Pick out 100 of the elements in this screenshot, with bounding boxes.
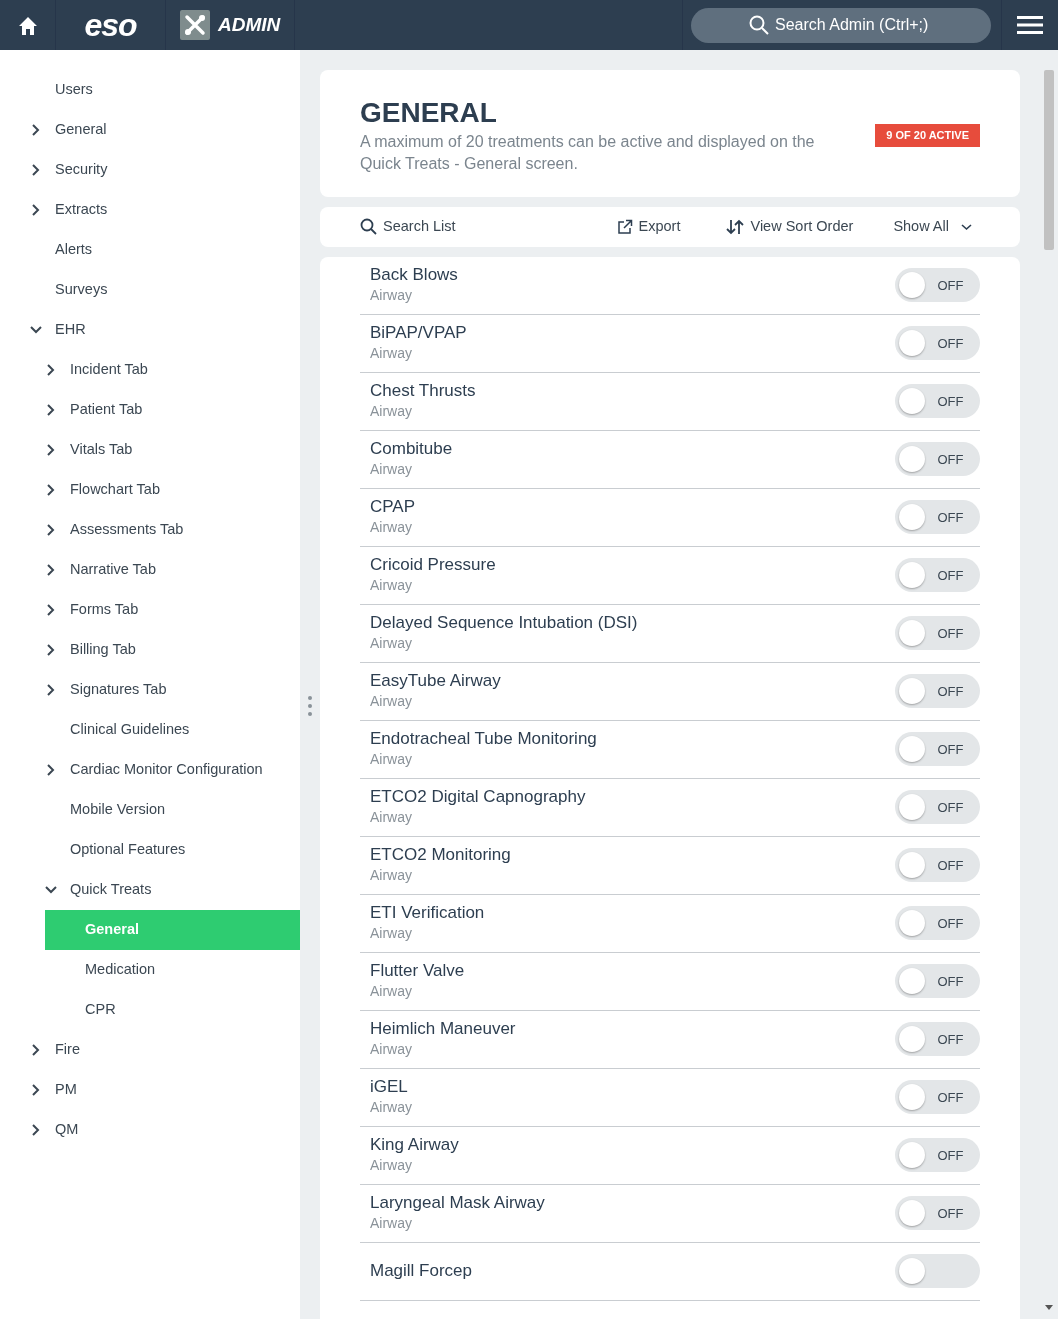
logo[interactable]: eso xyxy=(84,1,137,49)
treatment-category: Airway xyxy=(370,576,413,596)
toggle-switch[interactable]: OFF xyxy=(895,674,980,709)
sidebar-item[interactable]: Forms Tab xyxy=(0,590,300,630)
sidebar-item[interactable]: Assessments Tab xyxy=(0,510,300,550)
sidebar-item[interactable]: Flowchart Tab xyxy=(0,470,300,510)
toggle-switch[interactable]: OFF xyxy=(895,442,980,477)
toggle-switch[interactable]: OFF xyxy=(895,964,980,999)
toggle-switch[interactable]: OFF xyxy=(895,1196,980,1231)
export-icon xyxy=(616,218,633,235)
sidebar-item[interactable]: Surveys xyxy=(0,270,300,310)
treatment-name: Heimlich Maneuver xyxy=(370,1019,516,1040)
resize-handle-icon[interactable] xyxy=(308,695,312,717)
sidebar-item[interactable]: Patient Tab xyxy=(0,390,300,430)
chevron-right-icon xyxy=(30,204,40,216)
chevron-right-icon xyxy=(30,124,40,136)
treatment-name: Magill Forcep xyxy=(370,1261,473,1282)
toggle-switch[interactable]: OFF xyxy=(895,268,980,303)
tools-icon xyxy=(180,10,210,40)
sidebar-item[interactable]: Medication xyxy=(0,950,300,990)
sidebar-item[interactable]: Vitals Tab xyxy=(0,430,300,470)
chevron-right-icon xyxy=(45,644,55,656)
toggle-switch[interactable]: OFF xyxy=(895,616,980,651)
toggle-switch[interactable]: OFF xyxy=(895,1022,980,1057)
toggle-switch[interactable]: OFF xyxy=(895,326,980,361)
sidebar-item[interactable]: CPR xyxy=(0,990,300,1030)
treatment-category: Airway xyxy=(370,808,413,828)
toggle-switch[interactable] xyxy=(895,1254,980,1289)
chevron-right-icon xyxy=(45,364,55,376)
sidebar-item[interactable]: General xyxy=(0,110,300,150)
sidebar-item[interactable]: Incident Tab xyxy=(0,350,300,390)
toggle-switch[interactable]: OFF xyxy=(895,384,980,419)
sidebar-item[interactable]: Alerts xyxy=(0,230,300,270)
sort-button[interactable]: View Sort Order xyxy=(726,215,854,238)
treatment-name: Chest Thrusts xyxy=(370,381,476,402)
menu-button[interactable] xyxy=(1017,15,1043,35)
sidebar-item[interactable]: Billing Tab xyxy=(0,630,300,670)
show-all-button[interactable]: Show All xyxy=(893,215,972,238)
chevron-right-icon xyxy=(45,604,55,616)
sidebar-item[interactable]: Fire xyxy=(0,1030,300,1070)
toggle-switch[interactable]: OFF xyxy=(895,500,980,535)
sidebar-item[interactable]: Optional Features xyxy=(0,830,300,870)
sidebar-item[interactable]: EHR xyxy=(0,310,300,350)
toggle-switch[interactable]: OFF xyxy=(895,1080,980,1115)
sidebar-item[interactable]: Mobile Version xyxy=(0,790,300,830)
chevron-right-icon xyxy=(45,484,55,496)
sidebar-item[interactable]: Clinical Guidelines xyxy=(0,710,300,750)
toggle-switch[interactable]: OFF xyxy=(895,906,980,941)
treatment-name: iGEL xyxy=(370,1077,409,1098)
sidebar-item[interactable]: Extracts xyxy=(0,190,300,230)
chevron-right-icon xyxy=(45,444,55,456)
chevron-down-icon xyxy=(45,884,55,896)
sidebar-item[interactable]: Narrative Tab xyxy=(0,550,300,590)
treatment-name: Cricoid Pressure xyxy=(370,555,496,576)
sidebar-item[interactable]: Users xyxy=(0,70,300,110)
toggle-switch[interactable]: OFF xyxy=(895,732,980,767)
export-button[interactable]: Export xyxy=(616,215,681,238)
toggle-switch[interactable]: OFF xyxy=(895,558,980,593)
app-title: ADMIN xyxy=(218,12,281,37)
chevron-right-icon xyxy=(45,404,55,416)
sidebar-item[interactable]: Cardiac Monitor Configuration xyxy=(0,750,300,790)
treatment-category: Airway xyxy=(370,866,413,886)
chevron-right-icon xyxy=(30,164,40,176)
treatment-name: EasyTube Airway xyxy=(370,671,501,692)
treatment-category: Airway xyxy=(370,982,413,1002)
search-list-button[interactable]: Search List xyxy=(360,215,456,238)
toggle-switch[interactable]: OFF xyxy=(895,790,980,825)
toggle-switch[interactable]: OFF xyxy=(895,1138,980,1173)
chevron-down-icon xyxy=(30,324,40,336)
treatment-name: ETCO2 Digital Capnography xyxy=(370,787,586,808)
treatment-category: Airway xyxy=(370,1156,413,1176)
chevron-right-icon xyxy=(45,524,55,536)
treatment-name: ETCO2 Monitoring xyxy=(370,845,511,866)
sidebar-item[interactable]: Signatures Tab xyxy=(0,670,300,710)
treatment-name: Flutter Valve xyxy=(370,961,465,982)
sidebar-item[interactable]: QM xyxy=(0,1110,300,1150)
sidebar-item[interactable]: PM xyxy=(0,1070,300,1110)
chevron-right-icon xyxy=(30,1084,40,1096)
treatment-category: Airway xyxy=(370,1040,413,1060)
sort-icon xyxy=(726,218,745,235)
treatment-name: Laryngeal Mask Airway xyxy=(370,1193,545,1214)
treatment-category: Airway xyxy=(370,344,413,364)
treatment-category: Airway xyxy=(370,1098,412,1118)
sidebar-item[interactable]: Quick Treats xyxy=(0,870,300,910)
treatment-name: ETI Verification xyxy=(370,903,485,924)
active-count-badge: 9 OF 20 ACTIVE xyxy=(875,124,980,147)
search-field[interactable]: Search Admin (Ctrl+;) xyxy=(691,7,991,43)
treatment-name: Back Blows xyxy=(370,265,458,286)
treatment-name: Endotracheal Tube Monitoring xyxy=(370,729,597,750)
treatment-category: Airway xyxy=(370,518,413,538)
treatment-name: Combitube xyxy=(370,439,453,460)
treatment-name: Delayed Sequence Intubation (DSI) xyxy=(370,613,638,634)
chevron-right-icon xyxy=(30,1044,40,1056)
treatment-category: Airway xyxy=(370,402,413,422)
treatment-category: Airway xyxy=(370,634,413,654)
treatment-category: Airway xyxy=(370,1214,413,1234)
toggle-switch[interactable]: OFF xyxy=(895,848,980,883)
chevron-right-icon xyxy=(30,1124,40,1136)
sidebar-item[interactable]: Security xyxy=(0,150,300,190)
treatment-name: BiPAP/VPAP xyxy=(370,323,467,344)
